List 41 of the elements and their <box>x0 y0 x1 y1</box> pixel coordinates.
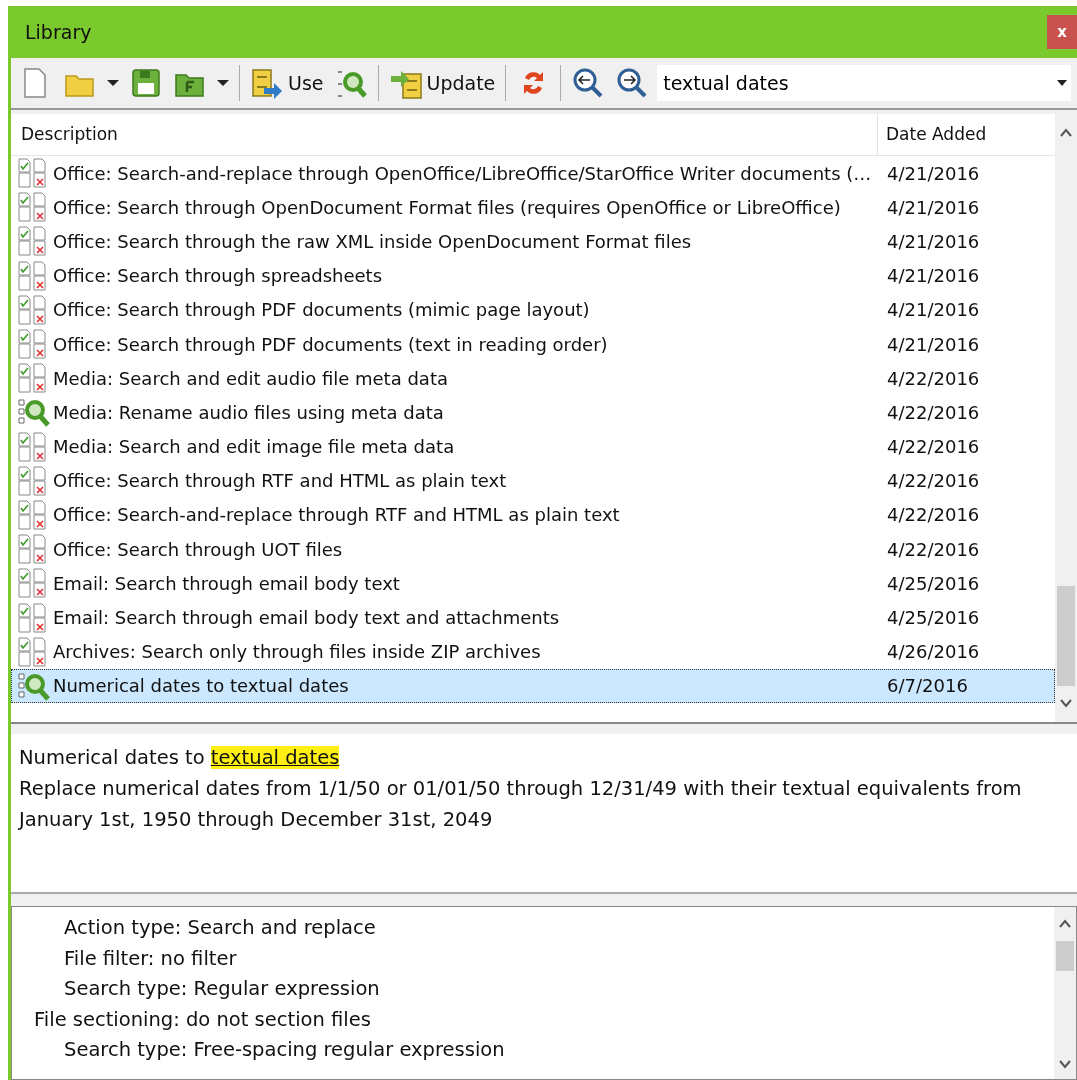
list-row[interactable]: Office: Search-and-replace through OpenOffice/LibreOffice/StarOffice Writer documents (… 4/21/2016 <box>11 156 1055 191</box>
scroll-thumb[interactable] <box>1057 586 1075 686</box>
list-row[interactable]: Office: Search through PDF documents (text in reading order) 4/21/2016 <box>11 326 1055 362</box>
list-row[interactable]: Media: Search and edit audio file meta data 4/22/2016 <box>11 361 1055 396</box>
magnifier-icon <box>17 670 51 701</box>
close-button[interactable]: x <box>1047 15 1077 49</box>
scrollbar[interactable] <box>1055 114 1077 722</box>
detail-line: Search type: Regular expression <box>64 976 381 1002</box>
list-row[interactable]: Office: Search through OpenDocument Format files (requires OpenOffice or LibreOffice) 4/21/2016 <box>11 190 1055 225</box>
file-cabinet-arrow-icon <box>250 66 284 100</box>
caret-icon <box>107 80 119 86</box>
detail-line: File filter: no filter <box>64 945 238 972</box>
list-row[interactable]: Media: Search and edit image file meta data 4/22/2016 <box>11 429 1055 464</box>
item-title: Numerical dates to textual dates <box>19 745 341 771</box>
dropdown-button[interactable] <box>215 78 231 88</box>
dropdown-caret-icon[interactable] <box>1053 65 1071 101</box>
list-row[interactable]: Office: Search through UOT files 4/22/2016 <box>11 532 1055 567</box>
detail-line: Action type: Search and replace <box>64 915 377 941</box>
list-row[interactable]: Office: Search through PDF documents (mimic page layout) 4/21/2016 <box>11 292 1055 327</box>
scroll-thumb[interactable] <box>1056 941 1074 971</box>
detail-line: File sectioning: do not section files <box>34 1006 372 1033</box>
list-row[interactable]: Office: Search through the raw XML inside OpenDocument Format files 4/21/2016 <box>11 224 1055 259</box>
list-row[interactable]: Email: Search through email body text 4/25/2016 <box>11 566 1055 601</box>
list-row[interactable]: Media: Rename audio files using meta data 4/22/2016 <box>11 395 1055 430</box>
scrollbar[interactable] <box>1054 907 1076 1079</box>
list-row[interactable]: Office: Search through spreadsheets 4/21/2016 <box>11 258 1055 293</box>
list-row[interactable]: Office: Search through RTF and HTML as plain text 4/22/2016 <box>11 463 1055 498</box>
list-row[interactable]: Office: Search-and-replace through RTF and HTML as plain text 4/22/2016 <box>11 497 1055 533</box>
update-button[interactable]: Update <box>386 64 498 102</box>
search-field[interactable]: textual dates <box>657 65 1053 101</box>
caret-icon <box>217 80 229 86</box>
column-header[interactable]: Description <box>11 121 877 148</box>
list-row[interactable]: Numerical dates to textual dates 6/7/2016 <box>11 668 1055 703</box>
use-button[interactable]: Use <box>248 64 326 102</box>
list-row[interactable]: Email: Search through email body text and attachments 4/25/2016 <box>11 600 1055 635</box>
window-title: Library <box>25 19 92 45</box>
item-description: Replace numerical dates from 1/1/50 or 01/01/50 through 12/31/49 with their textual equivalents from January 1st, 1950 through December 31st, 2049 <box>19 776 1023 833</box>
list-row[interactable]: Archives: Search only through files inside ZIP archives 4/26/2016 <box>11 634 1055 669</box>
magnifier-icon <box>17 397 51 428</box>
dropdown-button[interactable] <box>105 78 121 88</box>
detail-line: Search type: Free-spacing regular expression <box>64 1037 506 1063</box>
